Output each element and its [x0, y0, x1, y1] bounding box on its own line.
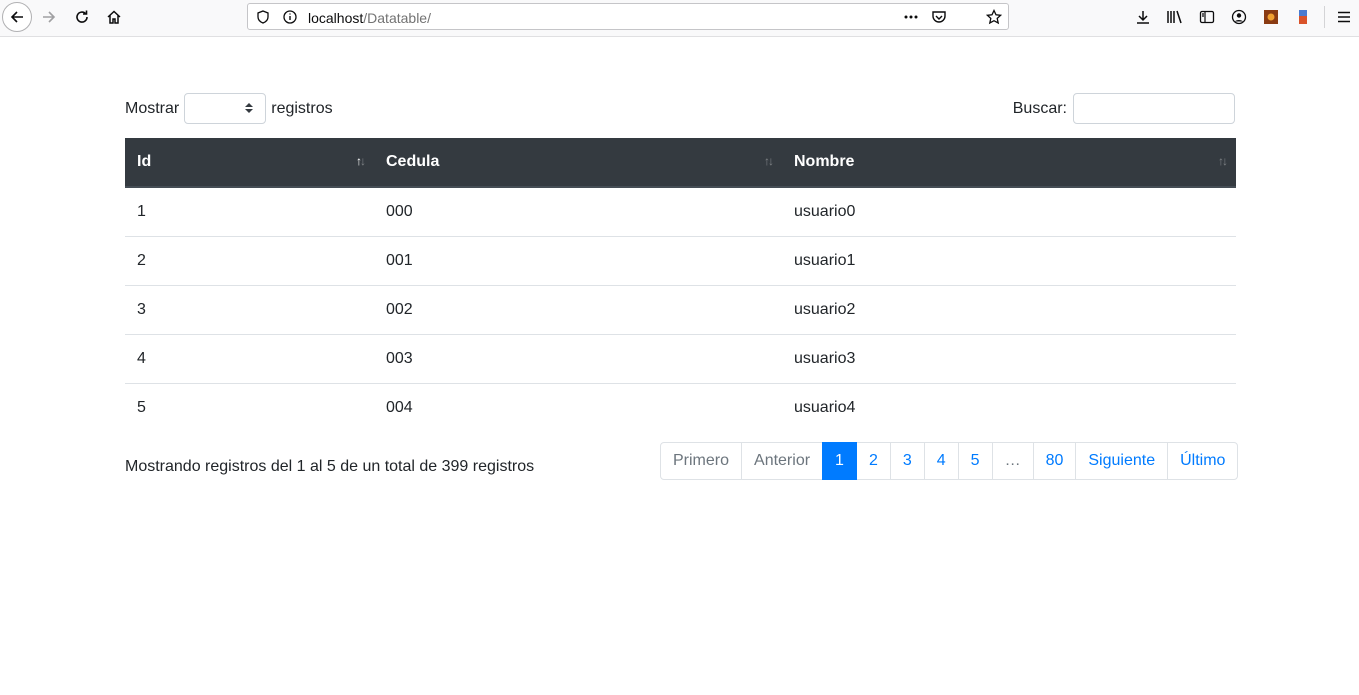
cell-cedula: 003	[374, 334, 782, 384]
length-select[interactable]	[184, 93, 267, 124]
cell-cedula: 001	[374, 236, 782, 286]
cell-id: 2	[125, 236, 374, 286]
cell-id: 5	[125, 383, 374, 432]
extension-2-icon[interactable]	[1293, 7, 1313, 27]
length-prefix: Mostrar	[125, 99, 180, 117]
account-icon[interactable]	[1229, 7, 1249, 27]
sort-caret-icon	[245, 103, 254, 113]
table-row: 2 001 usuario1	[125, 236, 1236, 286]
page-button-4[interactable]: 4	[923, 442, 959, 480]
data-table: Id ↑↓ Cedula ↑↓ Nombre ↑↓ 1 000 usuario0…	[125, 138, 1236, 432]
forward-button[interactable]	[34, 2, 64, 32]
cell-nombre: usuario4	[782, 383, 1236, 432]
column-header-nombre[interactable]: Nombre ↑↓	[782, 138, 1236, 188]
table-row: 3 002 usuario2	[125, 285, 1236, 335]
cell-nombre: usuario2	[782, 285, 1236, 335]
next-page-button[interactable]: Siguiente	[1075, 442, 1169, 480]
search-label: Buscar:	[1012, 99, 1067, 117]
first-page-button[interactable]: Primero	[660, 442, 743, 480]
browser-toolbar: localhost/Datatable/	[0, 0, 1359, 37]
cell-cedula: 000	[386, 203, 413, 220]
home-button[interactable]	[99, 2, 129, 32]
page-ellipsis: …	[991, 442, 1034, 480]
cell-nombre: usuario1	[782, 236, 1236, 286]
arrow-left-icon	[10, 11, 23, 23]
extension-icon[interactable]	[1261, 7, 1281, 27]
arrow-right-icon	[43, 11, 56, 23]
column-header-label: Nombre	[794, 153, 855, 170]
cell-nombre: usuario0	[794, 203, 856, 220]
sort-both-icon: ↑↓	[1218, 154, 1228, 168]
column-header-label: Id	[137, 153, 152, 170]
sort-asc-icon: ↑↓	[356, 154, 366, 168]
sort-both-icon: ↑↓	[764, 154, 774, 168]
bookmark-star-icon[interactable]	[985, 8, 1003, 26]
page-button-1[interactable]: 1	[822, 442, 857, 480]
menu-icon[interactable]	[1334, 7, 1354, 27]
column-header-label: Cedula	[386, 153, 440, 170]
url-path: /Datatable/	[363, 10, 431, 26]
cell-nombre: usuario3	[782, 334, 1236, 384]
cell-cedula: 004	[374, 383, 782, 432]
sidebar-icon[interactable]	[1197, 7, 1217, 27]
url-text: localhost/Datatable/	[308, 10, 431, 26]
search-input[interactable]	[1073, 93, 1235, 124]
cell-cedula: 002	[374, 285, 782, 335]
page-button-5[interactable]: 5	[957, 442, 993, 480]
shield-icon[interactable]	[254, 8, 272, 26]
toolbar-separator	[1324, 6, 1325, 28]
table-header-row: Id ↑↓ Cedula ↑↓ Nombre ↑↓	[125, 138, 1236, 188]
reload-button[interactable]	[67, 2, 97, 32]
download-icon[interactable]	[1133, 7, 1153, 27]
table-row: 4 003 usuario3	[125, 334, 1236, 384]
table-row: 1 000 usuario0	[125, 187, 1236, 237]
reload-icon	[76, 10, 88, 23]
url-bar[interactable]: localhost/Datatable/	[247, 3, 1009, 30]
page-button-3[interactable]: 3	[889, 442, 925, 480]
cell-id: 4	[125, 334, 374, 384]
last-page-button[interactable]: Último	[1167, 442, 1239, 480]
cell-id: 3	[125, 285, 374, 335]
more-actions-icon[interactable]	[902, 8, 920, 26]
pocket-icon[interactable]	[930, 8, 948, 26]
table-row: 5 004 usuario4	[125, 383, 1236, 432]
home-icon	[107, 10, 121, 24]
library-icon[interactable]	[1165, 7, 1185, 27]
cell-id: 1	[137, 203, 146, 220]
page-button-2[interactable]: 2	[855, 442, 891, 480]
column-header-cedula[interactable]: Cedula ↑↓	[374, 138, 782, 188]
search-filter: Buscar:	[1013, 93, 1235, 124]
page-button-80[interactable]: 80	[1032, 442, 1077, 480]
pagination: Primero Anterior 1 2 3 4 5 … 80 Siguient…	[660, 442, 1239, 480]
length-control: Mostrar registros	[125, 93, 333, 124]
back-button[interactable]	[2, 2, 32, 32]
length-suffix: registros	[271, 99, 333, 117]
previous-page-button[interactable]: Anterior	[741, 442, 824, 480]
column-header-id[interactable]: Id ↑↓	[125, 138, 374, 188]
info-icon[interactable]	[281, 8, 299, 26]
table-info: Mostrando registros del 1 al 5 de un tot…	[125, 458, 535, 475]
url-host: localhost	[308, 10, 364, 26]
